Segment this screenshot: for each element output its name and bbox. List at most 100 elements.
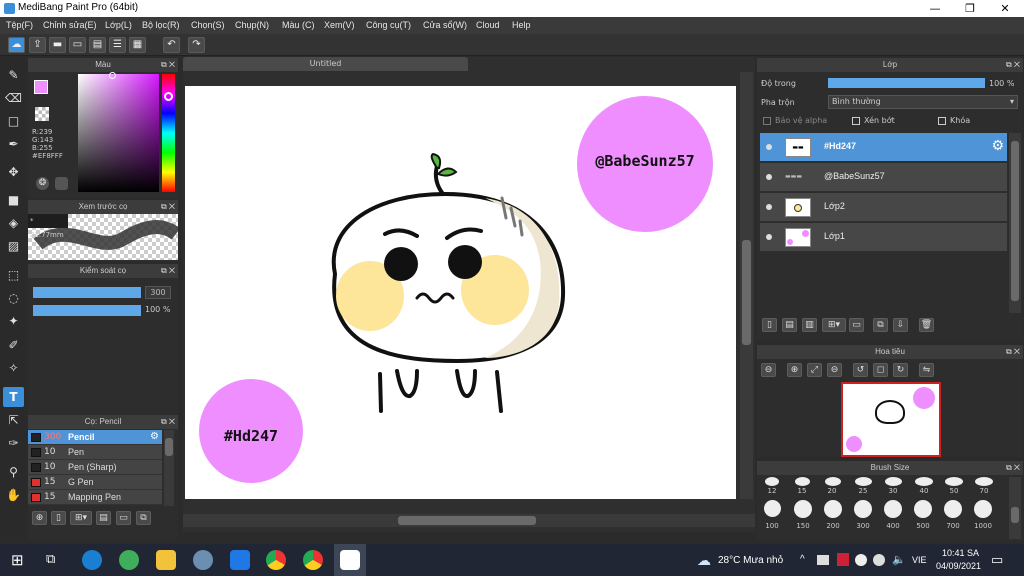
pen-tool-icon[interactable]: ✒ (3, 134, 24, 154)
bucket-tool-icon[interactable]: ◈ (3, 213, 24, 233)
tray-cloud-icon[interactable] (855, 554, 867, 566)
comment-icon[interactable]: ▬ (49, 37, 66, 53)
lasso-tool-icon[interactable]: ◌ (3, 288, 24, 308)
reset-rotation-icon[interactable]: ◻ (873, 363, 888, 377)
eye-icon[interactable] (766, 234, 772, 240)
fit-icon[interactable]: ⤢ (807, 363, 822, 377)
trash-icon[interactable]: 🗑 (919, 318, 934, 332)
menu-edit[interactable]: Chỉnh sửa(E) (43, 20, 97, 30)
grid-icon[interactable]: ▦ (129, 37, 146, 53)
list-icon[interactable]: ☰ (109, 37, 126, 53)
chat-icon[interactable]: ▭ (69, 37, 86, 53)
clock-date[interactable]: 04/09/2021 (936, 561, 981, 571)
move-tool-icon[interactable]: ✥ (3, 162, 24, 182)
panel-controls-icon[interactable]: ⧉ ✕ (161, 58, 175, 72)
undo-button[interactable]: ↶ (163, 37, 180, 53)
brush-item-mapping-pen[interactable]: 15 Mapping Pen (28, 490, 162, 505)
brush-size-dot[interactable] (854, 500, 872, 518)
brush-size-scrollbar[interactable] (1009, 477, 1021, 539)
language-indicator[interactable]: VIE (912, 555, 927, 565)
panel-controls-icon[interactable]: ⧉ ✕ (161, 264, 175, 278)
select-eraser-tool-icon[interactable]: ✧ (3, 358, 24, 378)
panel-controls-icon[interactable]: ⧉ ✕ (161, 200, 175, 214)
layer-list-scrollbar[interactable] (1009, 133, 1021, 313)
rotate-right-icon[interactable]: ↻ (893, 363, 908, 377)
brush-size-dot[interactable] (794, 500, 812, 518)
zoom-out-icon[interactable]: ⊖ (761, 363, 776, 377)
brush-size-dot[interactable] (975, 477, 993, 486)
brush-item-pencil[interactable]: 300 Pencil ⚙ (28, 430, 162, 445)
transparent-swatch[interactable] (35, 107, 49, 121)
document-tab[interactable]: Untitled (183, 57, 468, 71)
eye-icon[interactable] (766, 204, 772, 210)
menu-window[interactable]: Cửa sổ(W) (423, 20, 467, 30)
eye-icon[interactable] (766, 144, 772, 150)
add-brush-icon[interactable]: ⊕ (32, 511, 47, 525)
new-brush-icon[interactable]: ▯ (51, 511, 66, 525)
duplicate-layer-icon[interactable]: ⧉ (873, 318, 888, 332)
panel-controls-icon[interactable]: ⧉ ✕ (1006, 58, 1020, 72)
menu-view[interactable]: Xem(V) (324, 20, 355, 30)
merge-layer-icon[interactable]: ⇩ (893, 318, 908, 332)
layer-row[interactable]: ▬▬▬ @BabeSunz57 (760, 163, 1007, 192)
new-halftone-layer-icon[interactable]: ▤ (782, 318, 797, 332)
file-explorer-icon[interactable] (156, 550, 176, 570)
zoom-minus-icon[interactable]: ⊖ (827, 363, 842, 377)
windows-start-icon[interactable]: ⊞ (11, 551, 24, 569)
brush-size-dot[interactable] (945, 477, 963, 486)
drawing-canvas[interactable]: @BabeSunz57 #Hd247 (185, 86, 736, 499)
new-8bit-layer-icon[interactable]: ▥ (802, 318, 817, 332)
tray-app-icon[interactable] (817, 555, 829, 565)
rectangle-tool-icon[interactable]: □ (3, 111, 24, 131)
app-icon-green[interactable] (119, 550, 139, 570)
zalo-icon[interactable] (230, 550, 250, 570)
layer-opacity-slider[interactable] (828, 78, 985, 88)
weather-text[interactable]: 28°C Mưa nhỏ (718, 555, 783, 566)
saturation-value-picker[interactable] (78, 74, 159, 192)
rotate-left-icon[interactable]: ↺ (853, 363, 868, 377)
sv-cursor[interactable] (109, 72, 116, 79)
brush-doc-icon[interactable]: ▤ (96, 511, 111, 525)
menu-tools[interactable]: Công cụ(T) (366, 20, 411, 30)
layer-row[interactable]: Lớp1 (760, 223, 1007, 252)
panel-controls-icon[interactable]: ⧉ ✕ (1006, 345, 1020, 359)
brush-size-dot[interactable] (885, 477, 902, 486)
tray-v-icon[interactable] (837, 553, 849, 566)
brush-item-pen[interactable]: 10 Pen (28, 445, 162, 460)
maximize-button[interactable]: ❐ (953, 0, 987, 17)
protect-alpha-checkbox[interactable] (763, 117, 771, 125)
canvas-horizontal-scrollbar[interactable] (183, 514, 755, 527)
text-tool-icon[interactable]: T (3, 387, 24, 407)
panel-controls-icon[interactable]: ⧉ ✕ (1006, 461, 1020, 475)
chrome-icon[interactable] (303, 550, 323, 570)
brush-size-dot[interactable] (944, 500, 962, 518)
menu-capture[interactable]: Chụp(N) (235, 20, 269, 30)
document-icon[interactable]: ▤ (89, 37, 106, 53)
brush-menu-icon[interactable]: ⊞▾ (70, 511, 92, 525)
app-icon-bird[interactable] (193, 550, 213, 570)
brush-size-dot[interactable] (855, 477, 872, 486)
brush-opacity-slider[interactable] (33, 305, 141, 316)
notification-icon[interactable]: ▭ (991, 552, 1003, 568)
eyedropper-tool-icon[interactable]: ⚲ (3, 462, 24, 482)
brush-size-dot[interactable] (884, 500, 902, 518)
fill-shape-tool-icon[interactable]: ■ (3, 190, 24, 210)
duplicate-icon[interactable]: ⧉ (136, 511, 151, 525)
share-icon[interactable]: ⇪ (29, 37, 46, 53)
navigator-preview[interactable] (841, 382, 941, 457)
hue-cursor[interactable] (164, 92, 173, 101)
layer-row[interactable]: Lớp2 (760, 193, 1007, 222)
brush-tool-icon[interactable]: ✎ (3, 65, 24, 85)
brush-item-pen-sharp[interactable]: 10 Pen (Sharp) (28, 460, 162, 475)
zoom-in-icon[interactable]: ⊕ (787, 363, 802, 377)
brush-list-scrollbar[interactable] (164, 430, 174, 506)
cloud-icon[interactable]: ☁ (8, 37, 25, 53)
add-layer-menu-icon[interactable]: ⊞▾ (822, 318, 846, 332)
brush-item-g-pen[interactable]: 15 G Pen (28, 475, 162, 490)
edge-icon[interactable] (82, 550, 102, 570)
folder-icon[interactable]: ▭ (849, 318, 864, 332)
brush-size-dot[interactable] (825, 477, 841, 486)
brush-size-slider[interactable] (33, 287, 141, 298)
chrome-icon[interactable] (266, 550, 286, 570)
color-wheel-icon[interactable] (55, 177, 68, 190)
